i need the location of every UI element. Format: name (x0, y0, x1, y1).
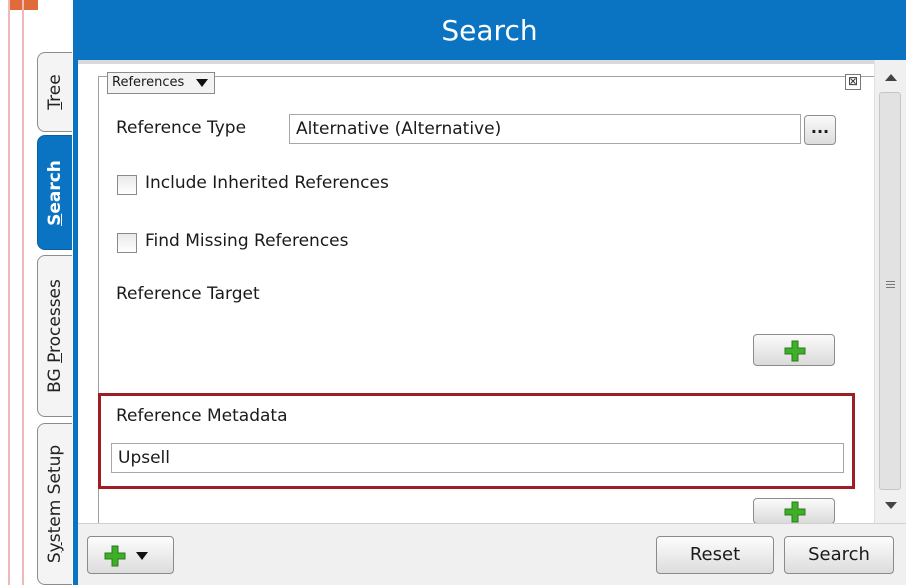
action-bar: Reset Search (78, 523, 906, 585)
edge-line (22, 0, 24, 585)
reference-metadata-field[interactable]: Upsell (111, 443, 844, 473)
add-reference-target-button[interactable] (753, 334, 835, 366)
plus-icon (104, 545, 126, 567)
reset-button[interactable]: Reset (656, 536, 774, 574)
tab-search-label: Search (45, 159, 65, 226)
reference-type-field[interactable]: Alternative (Alternative) (289, 114, 801, 144)
tab-bg-processes-label: BG Processes (45, 279, 65, 393)
tab-tree-label: Tree (45, 74, 65, 110)
plus-icon (784, 501, 806, 523)
scroll-down-icon[interactable] (885, 502, 897, 509)
criteria-type-dropdown[interactable]: References (107, 72, 216, 94)
scroll-up-icon[interactable] (885, 74, 897, 81)
reference-type-label: Reference Type (116, 118, 247, 138)
grip-line (886, 281, 895, 282)
grip-line (886, 284, 895, 285)
add-reference-metadata-button[interactable] (753, 498, 835, 524)
reference-metadata-label: Reference Metadata (116, 406, 288, 426)
reference-target-label: Reference Target (116, 284, 260, 304)
vertical-scrollbar[interactable] (874, 60, 906, 523)
criteria-type-label: References (112, 75, 185, 90)
include-inherited-label: Include Inherited References (145, 173, 389, 193)
grip-line (886, 287, 895, 288)
find-missing-checkbox[interactable] (117, 233, 137, 253)
left-edge-strip (0, 0, 38, 585)
reference-type-browse-button[interactable]: ... (804, 115, 836, 145)
tab-system-setup-label: System Setup (45, 444, 65, 564)
search-panel: References ⊠ Reference Type Alternative … (78, 60, 906, 585)
scrollbar-thumb[interactable] (879, 92, 901, 490)
plus-icon (784, 340, 806, 362)
edge-line (8, 0, 10, 585)
include-inherited-checkbox[interactable] (117, 175, 137, 195)
search-button[interactable]: Search (784, 536, 894, 574)
page-title: Search (441, 14, 538, 47)
tab-search[interactable]: Search (37, 135, 72, 250)
panel-top-rule (78, 60, 906, 64)
tab-bg-processes[interactable]: BG Processes (37, 255, 72, 417)
add-criteria-menu-button[interactable] (87, 536, 174, 574)
search-header: Search (73, 0, 906, 60)
tab-tree[interactable]: Tree (37, 52, 72, 132)
tab-system-setup[interactable]: System Setup (37, 423, 72, 585)
window-accent (10, 0, 38, 10)
chevron-down-icon (136, 552, 148, 560)
chevron-down-icon (196, 79, 209, 87)
close-icon[interactable]: ⊠ (845, 74, 861, 90)
find-missing-label: Find Missing References (145, 231, 349, 251)
